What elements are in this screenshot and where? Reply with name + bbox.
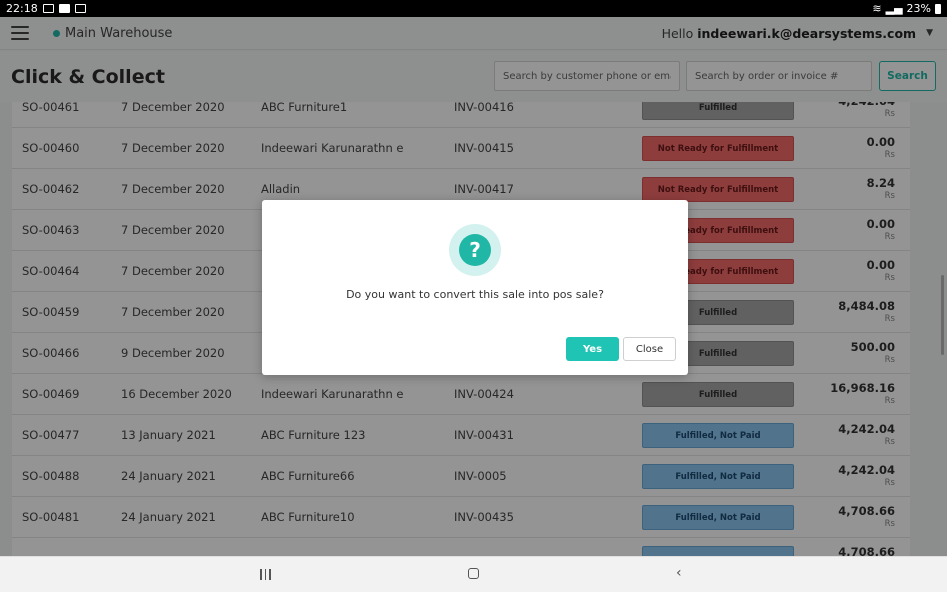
close-button[interactable]: Close [623,337,676,361]
recents-icon[interactable] [260,569,271,580]
mail-notification-icon [58,4,70,13]
gallery-notification-icon [42,4,54,13]
status-bar: 22:18 ≋ ▂▄ 23% [0,0,947,17]
back-icon[interactable]: ‹ [676,565,682,581]
yes-button[interactable]: Yes [566,337,619,361]
dialog-message: Do you want to convert this sale into po… [346,288,604,301]
status-time: 22:18 [6,2,38,15]
android-nav-bar: ‹ [0,556,947,592]
signal-icon: ▂▄ [885,2,903,15]
battery-level: 23% [906,2,931,15]
confirm-dialog: ? Do you want to convert this sale into … [262,200,688,375]
home-icon[interactable] [468,568,479,579]
battery-icon [935,3,941,14]
question-icon: ? [449,224,501,276]
gmail-notification-icon [74,4,86,13]
scrollbar-thumb[interactable] [941,275,944,355]
wifi-icon: ≋ [872,2,882,15]
question-mark: ? [459,234,491,266]
